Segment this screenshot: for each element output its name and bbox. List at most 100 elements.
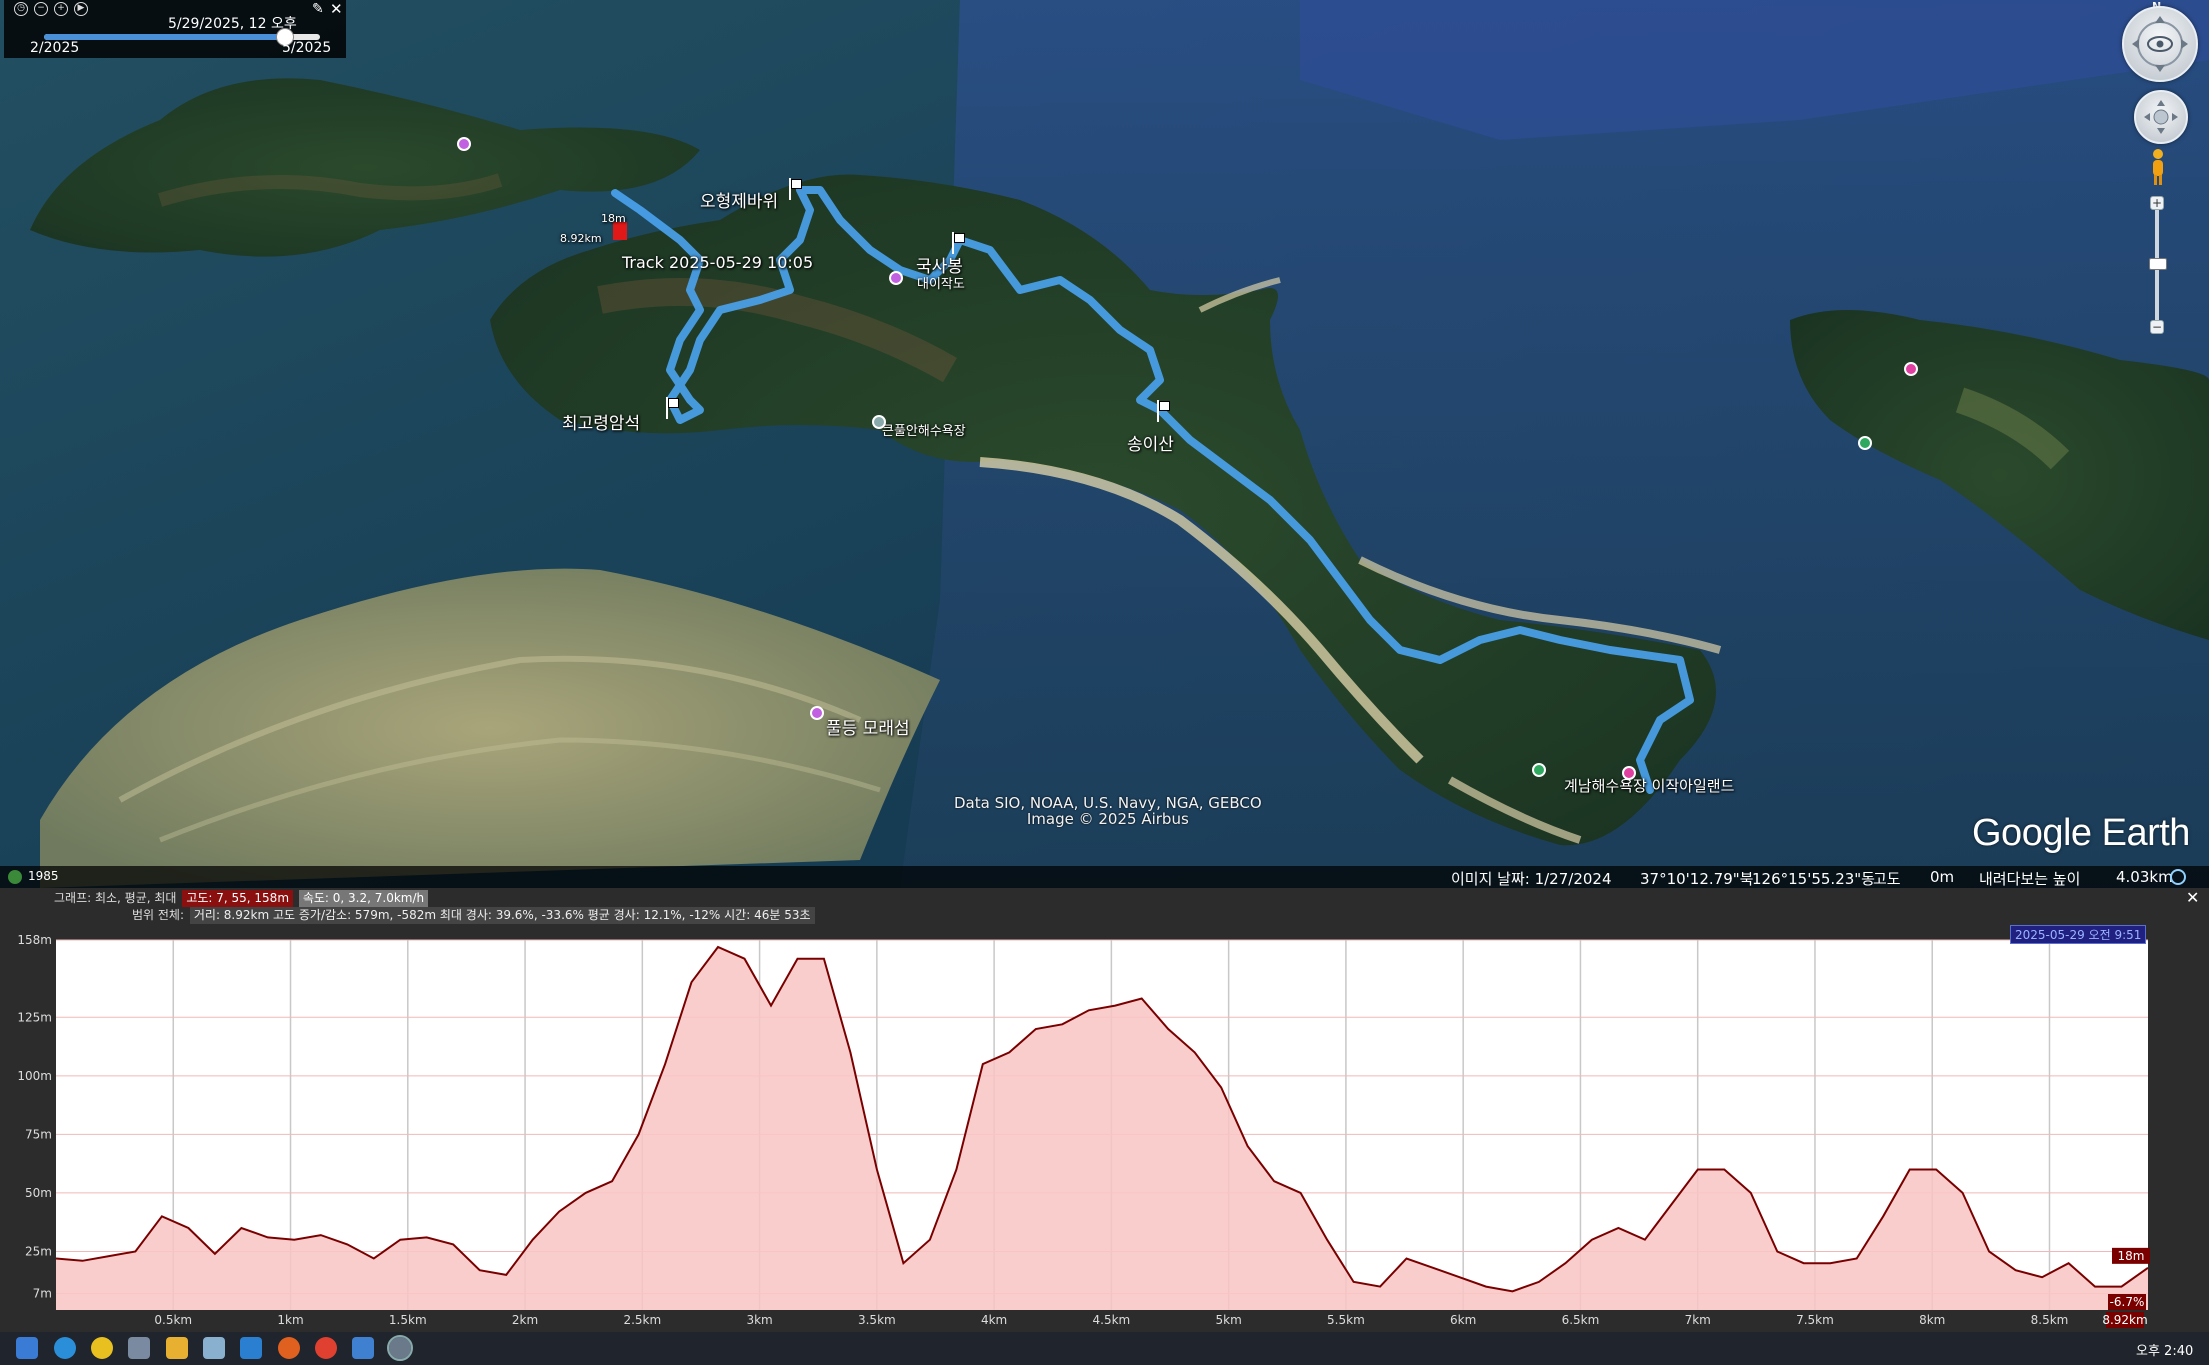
time-slider-start: 2/2025: [30, 40, 80, 56]
label-ohyeongje-rock[interactable]: 오형제바위: [700, 187, 778, 212]
media-icon[interactable]: [91, 1337, 113, 1359]
altitude-value: 0m: [1930, 868, 1955, 886]
poi-pin-icon[interactable]: [810, 706, 824, 720]
current-slope-badge: -6.7%: [2108, 1294, 2146, 1310]
poi-label-pulldeung[interactable]: 풀등 모래섬: [826, 714, 910, 739]
wrench-icon[interactable]: ✎: [312, 1, 324, 17]
zoom-in-button[interactable]: +: [2150, 196, 2164, 210]
x-tick-label: 6.5km: [1562, 1313, 1600, 1327]
x-tick-label: 1.5km: [389, 1313, 427, 1327]
x-tick-label: 7.5km: [1796, 1313, 1834, 1327]
y-tick-label: 25m: [25, 1244, 52, 1258]
chrome-icon[interactable]: [315, 1337, 337, 1359]
longitude: 126°15'55.23"동: [1752, 870, 1875, 888]
x-tick-label: 7km: [1685, 1313, 1711, 1327]
poi-pin-icon[interactable]: [1858, 436, 1872, 450]
zoom-thumb[interactable]: [2149, 258, 2167, 270]
range-stats: 거리: 8.92km 고도 증가/감소: 579m, -582m 최대 경사: …: [189, 907, 815, 924]
track-label[interactable]: Track 2025-05-29 10:05: [622, 253, 813, 272]
streaming-indicator-icon: [2170, 869, 2186, 885]
ie-icon[interactable]: [54, 1337, 76, 1359]
attribution-line2: Image © 2025 Airbus: [1026, 810, 1189, 828]
notepad-icon[interactable]: [203, 1337, 225, 1359]
range-label: 범위 전체:: [132, 908, 185, 922]
move-control[interactable]: [2134, 90, 2188, 144]
y-tick-label: 75m: [25, 1127, 52, 1141]
imagery-attribution: Data SIO, NOAA, U.S. Navy, NGA, GEBCO Im…: [954, 795, 1262, 827]
y-tick-label: 100m: [17, 1069, 52, 1083]
zoom-in-time-icon[interactable]: +: [54, 2, 68, 16]
historical-imagery-badge[interactable]: 1985: [8, 869, 59, 884]
svg-text:18m: 18m: [2118, 1249, 2145, 1263]
app-icon[interactable]: [128, 1337, 150, 1359]
eye-icon: [2132, 16, 2188, 72]
map-view[interactable]: 오형제바위 최고령암석 송이산 국사봉 대이작도 큰풀안해수욕장 풀등 모래섬 …: [0, 0, 2209, 888]
poi-pin-icon[interactable]: [457, 137, 471, 151]
x-tick-label: 5.5km: [1327, 1313, 1365, 1327]
x-tick-label: 8km: [1919, 1313, 1945, 1327]
zoom-slider[interactable]: + −: [2149, 196, 2167, 338]
profile-stats: 그래프: 최소, 평균, 최대 고도: 7, 55, 158m 속도: 0, 3…: [54, 890, 815, 924]
x-tick-label: 8.5km: [2031, 1313, 2069, 1327]
x-tick-label: 2km: [512, 1313, 538, 1327]
zoom-out-button[interactable]: −: [2150, 320, 2164, 334]
firefox-icon[interactable]: [278, 1337, 300, 1359]
svg-text:8.92km: 8.92km: [2102, 1313, 2147, 1327]
flag-icon[interactable]: [787, 178, 802, 200]
year-label: 1985: [28, 869, 59, 883]
look-around-control[interactable]: [2122, 6, 2198, 82]
label-oldest-rock[interactable]: 최고령암석: [562, 409, 640, 434]
latitude: 37°10'12.79"북: [1640, 870, 1754, 888]
windows-icon[interactable]: [16, 1337, 38, 1359]
profile-date-badge: 2025-05-29 오전 9:51: [2010, 925, 2147, 944]
globe-icon: [8, 869, 22, 884]
street-view-pegman-icon[interactable]: [2148, 148, 2168, 188]
taskbar: 오후 2:40: [0, 1332, 2209, 1365]
poi-pin-icon[interactable]: [1904, 362, 1918, 376]
poi-label-gyenam[interactable]: 계남해수욕장 이작아일랜드: [1564, 775, 1734, 796]
label-songisan[interactable]: 송이산: [1127, 430, 1174, 455]
google-earth-icon[interactable]: [387, 1335, 413, 1361]
graph-label: 그래프: 최소, 평균, 최대: [54, 891, 177, 905]
play-icon[interactable]: ▶: [74, 2, 88, 16]
satellite-imagery: [0, 0, 2209, 888]
x-tick-label: 4.5km: [1093, 1313, 1131, 1327]
y-tick-label: 158m: [17, 933, 52, 947]
track-start-dist: 8.92km: [560, 232, 602, 245]
altitude-label: 고도: [1873, 870, 1901, 888]
poi-pin-icon[interactable]: [889, 271, 903, 285]
poi-label-daeijakdo[interactable]: 대이작도: [917, 273, 965, 292]
time-slider-panel: ◷ − + ▶ 5/29/2025, 12 오후 ✎ ✕ 2/2025 5/20…: [4, 0, 346, 58]
poi-pin-icon[interactable]: [1532, 763, 1546, 777]
current-alt-badge: 18m: [2112, 1247, 2150, 1264]
attribution-line1: Data SIO, NOAA, U.S. Navy, NGA, GEBCO: [954, 794, 1262, 812]
close-profile-icon[interactable]: ✕: [2186, 888, 2199, 907]
x-tick-label: 0.5km: [154, 1313, 192, 1327]
poi-pin-icon[interactable]: [1622, 766, 1636, 780]
zoom-out-time-icon[interactable]: −: [34, 2, 48, 16]
flag-icon[interactable]: [664, 397, 679, 419]
current-dist-badge: 8.92km: [2102, 1312, 2148, 1328]
speed-stat[interactable]: 속도: 0, 3.2, 7.0km/h: [298, 890, 429, 907]
tool-icon[interactable]: [352, 1337, 374, 1359]
status-bar: 이미지 날짜: 1/27/2024 37°10'12.79"북 126°15'5…: [0, 866, 2209, 888]
elevation-chart[interactable]: 0.5km 1km 1.5km 2km 2.5km 3km 3.5km 4km 4.5km 5km…: [0, 888, 2209, 1332]
flag-icon[interactable]: [950, 232, 965, 254]
vscode-icon[interactable]: [240, 1337, 262, 1359]
x-tick-label: 2.5km: [623, 1313, 661, 1327]
eye-altitude-label: 내려다보는 높이: [1979, 870, 2081, 888]
x-tick-label: 3.5km: [858, 1313, 896, 1327]
poi-pin-icon[interactable]: [872, 415, 886, 429]
alt-stat[interactable]: 고도: 7, 55, 158m: [182, 890, 294, 907]
clock-icon[interactable]: ◷: [14, 2, 28, 16]
close-icon[interactable]: ✕: [330, 0, 343, 18]
elevation-profile-panel[interactable]: 0.5km 1km 1.5km 2km 2.5km 3km 3.5km 4km 4.5km 5km…: [0, 888, 2209, 1332]
clock: 오후 2:40: [2136, 1344, 2194, 1359]
explorer-icon[interactable]: [166, 1337, 188, 1359]
time-slider-end: 5/2025: [282, 40, 332, 56]
svg-text:-6.7%: -6.7%: [2110, 1295, 2145, 1309]
poi-label-beach[interactable]: 큰풀안해수욕장: [882, 420, 966, 439]
flag-icon[interactable]: [1155, 400, 1170, 422]
y-tick-label: 50m: [25, 1186, 52, 1200]
y-tick-label: 7m: [33, 1287, 52, 1301]
